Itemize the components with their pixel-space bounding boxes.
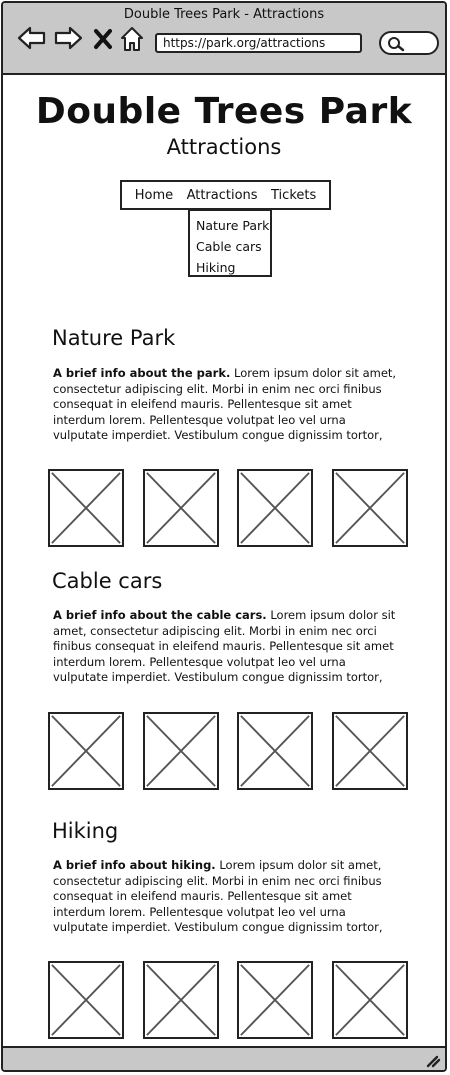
section-text-nature-park: A brief info about the park. Lorem ipsum…: [53, 366, 398, 444]
image-placeholder-icon[interactable]: [48, 961, 124, 1039]
dropdown-item-hiking[interactable]: Hiking: [190, 257, 270, 278]
image-placeholder-icon[interactable]: [331, 712, 408, 790]
image-placeholder-icon[interactable]: [48, 469, 124, 547]
image-placeholder-icon[interactable]: [237, 712, 314, 790]
section-lead: A brief info about the cable cars.: [53, 608, 267, 622]
image-gallery-cable-cars: [48, 712, 408, 792]
image-placeholder-icon[interactable]: [48, 712, 124, 790]
search-icon: [388, 37, 405, 52]
status-bar: [3, 1046, 445, 1070]
section-title-hiking: Hiking: [52, 819, 119, 843]
image-placeholder-icon[interactable]: [142, 961, 219, 1039]
image-placeholder-icon[interactable]: [142, 712, 219, 790]
menu-item-attractions[interactable]: Attractions: [187, 188, 258, 203]
section-title-nature-park: Nature Park: [52, 326, 176, 350]
address-bar[interactable]: https://park.org/attractions: [155, 33, 362, 53]
image-placeholder-icon[interactable]: [331, 961, 408, 1039]
resize-grip-icon[interactable]: [425, 1054, 441, 1068]
main-menu: Home Attractions Tickets: [120, 180, 331, 210]
forward-arrow-icon[interactable]: [53, 25, 83, 51]
section-text-cable-cars: A brief info about the cable cars. Lorem…: [53, 608, 398, 686]
site-title: Double Trees Park: [35, 91, 413, 132]
attractions-dropdown: Nature Park Cable cars Hiking: [188, 209, 272, 277]
home-icon[interactable]: [119, 25, 145, 53]
image-placeholder-icon[interactable]: [331, 469, 408, 547]
section-lead: A brief info about hiking.: [53, 858, 216, 872]
menu-item-tickets[interactable]: Tickets: [271, 188, 316, 203]
section-title-cable-cars: Cable cars: [52, 569, 163, 593]
image-placeholder-icon[interactable]: [142, 469, 219, 547]
browser-chrome: Double Trees Park - Attractions https://…: [3, 3, 445, 75]
search-box[interactable]: [379, 31, 439, 55]
image-gallery-nature-park: [48, 469, 408, 549]
image-gallery-hiking: [48, 961, 408, 1041]
page-subtitle: Attractions: [166, 135, 282, 159]
section-lead: A brief info about the park.: [53, 366, 231, 380]
image-placeholder-icon[interactable]: [237, 469, 314, 547]
window-title: Double Trees Park - Attractions: [123, 7, 325, 22]
back-arrow-icon[interactable]: [17, 25, 47, 51]
image-placeholder-icon[interactable]: [237, 961, 314, 1039]
browser-window: Double Trees Park - Attractions https://…: [1, 1, 447, 1072]
section-text-hiking: A brief info about hiking. Lorem ipsum d…: [53, 858, 398, 936]
dropdown-item-cable-cars[interactable]: Cable cars: [190, 236, 270, 257]
dropdown-item-nature-park[interactable]: Nature Park: [190, 215, 270, 236]
menu-item-home[interactable]: Home: [135, 188, 173, 203]
close-icon[interactable]: [93, 28, 113, 50]
